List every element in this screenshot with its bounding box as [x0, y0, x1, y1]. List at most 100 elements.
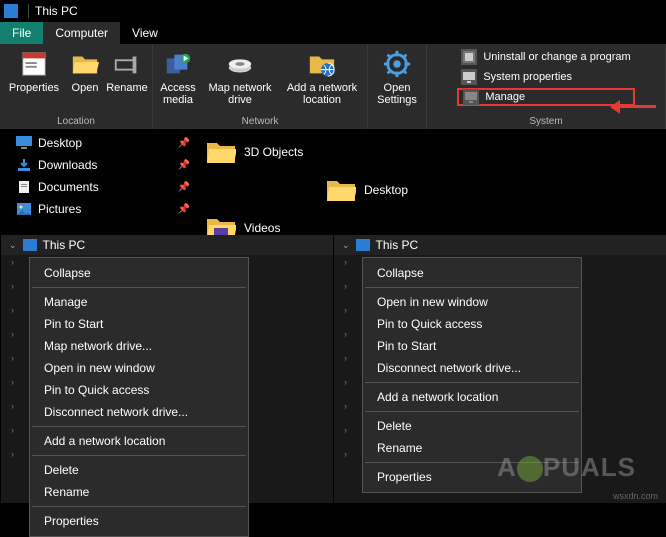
chevron-right-icon: ›	[11, 449, 14, 459]
folder-desktop[interactable]: Desktop	[326, 174, 506, 206]
tab-view[interactable]: View	[120, 22, 170, 44]
tree-node-this-pc[interactable]: ⌄ This PC	[1, 235, 333, 255]
nav-item-pictures[interactable]: Pictures 📌	[0, 198, 200, 220]
ctx-separator	[32, 506, 246, 507]
chevron-down-icon: ⌄	[9, 240, 17, 251]
tab-file[interactable]: File	[0, 22, 43, 44]
ctx-label: Disconnect network drive...	[44, 405, 188, 419]
folder-icon	[326, 177, 356, 203]
ctx-label: Rename	[377, 441, 422, 455]
chevron-right-icon: ›	[344, 401, 347, 411]
tab-computer[interactable]: Computer	[43, 22, 120, 44]
properties-icon	[18, 48, 50, 80]
ctx-label: Pin to Start	[44, 317, 103, 331]
ctx-label: Add a network location	[377, 390, 498, 404]
ctx-properties[interactable]: Properties	[30, 510, 248, 532]
open-label: Open	[72, 82, 99, 94]
ctx-separator	[32, 287, 246, 288]
chevron-right-icon: ›	[11, 377, 14, 387]
properties-button[interactable]: Properties	[4, 46, 64, 94]
rename-label: Rename	[106, 82, 148, 94]
navigation-pane: Desktop 📌 Downloads 📌 Documents 📌 Pictur…	[0, 130, 200, 235]
ctx-open-new[interactable]: Open in new window	[30, 357, 248, 379]
add-network-location-icon	[306, 48, 338, 80]
open-icon	[69, 48, 101, 80]
ribbon-group-settings: Open Settings	[368, 44, 427, 129]
ctx-pin-quick[interactable]: Pin to Quick access	[30, 379, 248, 401]
chevron-right-icon: ›	[11, 329, 14, 339]
chevron-right-icon: ›	[344, 353, 347, 363]
add-network-location-label: Add a network location	[281, 82, 363, 106]
ribbon: Properties Open Rename Location	[0, 44, 666, 130]
ctx-pin-start[interactable]: Pin to Start	[30, 313, 248, 335]
chevron-right-icon: ›	[11, 257, 14, 267]
settings-icon	[381, 48, 413, 80]
rename-icon	[111, 48, 143, 80]
ctx-collapse[interactable]: Collapse	[363, 262, 581, 284]
open-button[interactable]: Open	[64, 46, 106, 94]
ctx-pin-start[interactable]: Pin to Start	[363, 335, 581, 357]
rename-button[interactable]: Rename	[106, 46, 148, 94]
nav-label: Pictures	[38, 202, 81, 216]
left-panel: ⌄ This PC ››››››››› Collapse Manage Pin …	[0, 235, 333, 503]
chevron-right-icon: ›	[344, 305, 347, 315]
folder-label: Desktop	[364, 183, 408, 197]
separator	[28, 4, 29, 18]
ctx-properties[interactable]: Properties	[363, 466, 581, 488]
chevron-right-icon: ›	[344, 257, 347, 267]
chevron-right-icon: ›	[11, 281, 14, 291]
chevron-right-icon: ›	[344, 377, 347, 387]
tree-label: This PC	[376, 238, 419, 252]
ctx-rename[interactable]: Rename	[363, 437, 581, 459]
ctx-label: Disconnect network drive...	[377, 361, 521, 375]
folder-label: Videos	[244, 221, 280, 235]
system-properties-label: System properties	[483, 71, 572, 83]
uninstall-program-button[interactable]: Uninstall or change a program	[457, 48, 634, 66]
ctx-delete[interactable]: Delete	[30, 459, 248, 481]
access-media-button[interactable]: Access media	[157, 46, 199, 106]
chevron-right-icon: ›	[11, 425, 14, 435]
ctx-open-new[interactable]: Open in new window	[363, 291, 581, 313]
chevron-right-icon: ›	[11, 305, 14, 315]
ctx-label: Add a network location	[44, 434, 165, 448]
ctx-disconnect[interactable]: Disconnect network drive...	[363, 357, 581, 379]
nav-label: Downloads	[38, 158, 97, 172]
uninstall-icon	[461, 49, 477, 65]
ctx-manage[interactable]: Manage	[30, 291, 248, 313]
ctx-separator	[365, 382, 579, 383]
group-label-location: Location	[57, 114, 95, 129]
manage-label: Manage	[485, 91, 525, 103]
access-media-icon	[162, 48, 194, 80]
nav-item-downloads[interactable]: Downloads 📌	[0, 154, 200, 176]
ctx-rename[interactable]: Rename	[30, 481, 248, 503]
ctx-delete[interactable]: Delete	[363, 415, 581, 437]
ctx-label: Manage	[44, 295, 87, 309]
folder-3d-objects[interactable]: 3D Objects	[206, 136, 386, 168]
group-label-network: Network	[242, 114, 279, 129]
context-menu-right: Collapse Open in new window Pin to Quick…	[362, 257, 582, 493]
map-network-drive-button[interactable]: Map network drive	[199, 46, 281, 106]
system-properties-button[interactable]: System properties	[457, 68, 634, 86]
pin-icon: 📌	[178, 204, 190, 215]
open-settings-button[interactable]: Open Settings	[372, 46, 422, 106]
ctx-map-drive[interactable]: Map network drive...	[30, 335, 248, 357]
ctx-add-location[interactable]: Add a network location	[30, 430, 248, 452]
ctx-add-location[interactable]: Add a network location	[363, 386, 581, 408]
documents-icon	[16, 180, 32, 194]
tree-node-this-pc[interactable]: ⌄ This PC	[334, 235, 666, 255]
chevron-right-icon: ›	[11, 401, 14, 411]
window-title: This PC	[35, 4, 78, 18]
ctx-disconnect[interactable]: Disconnect network drive...	[30, 401, 248, 423]
ctx-collapse[interactable]: Collapse	[30, 262, 248, 284]
ctx-pin-quick[interactable]: Pin to Quick access	[363, 313, 581, 335]
add-network-location-button[interactable]: Add a network location	[281, 46, 363, 106]
nav-item-desktop[interactable]: Desktop 📌	[0, 132, 200, 154]
nav-item-documents[interactable]: Documents 📌	[0, 176, 200, 198]
ctx-label: Open in new window	[377, 295, 488, 309]
pictures-icon	[16, 202, 32, 216]
tab-file-label: File	[12, 26, 31, 40]
ctx-label: Delete	[44, 463, 79, 477]
properties-label: Properties	[9, 82, 59, 94]
map-network-drive-icon	[224, 48, 256, 80]
system-icon	[4, 4, 18, 18]
